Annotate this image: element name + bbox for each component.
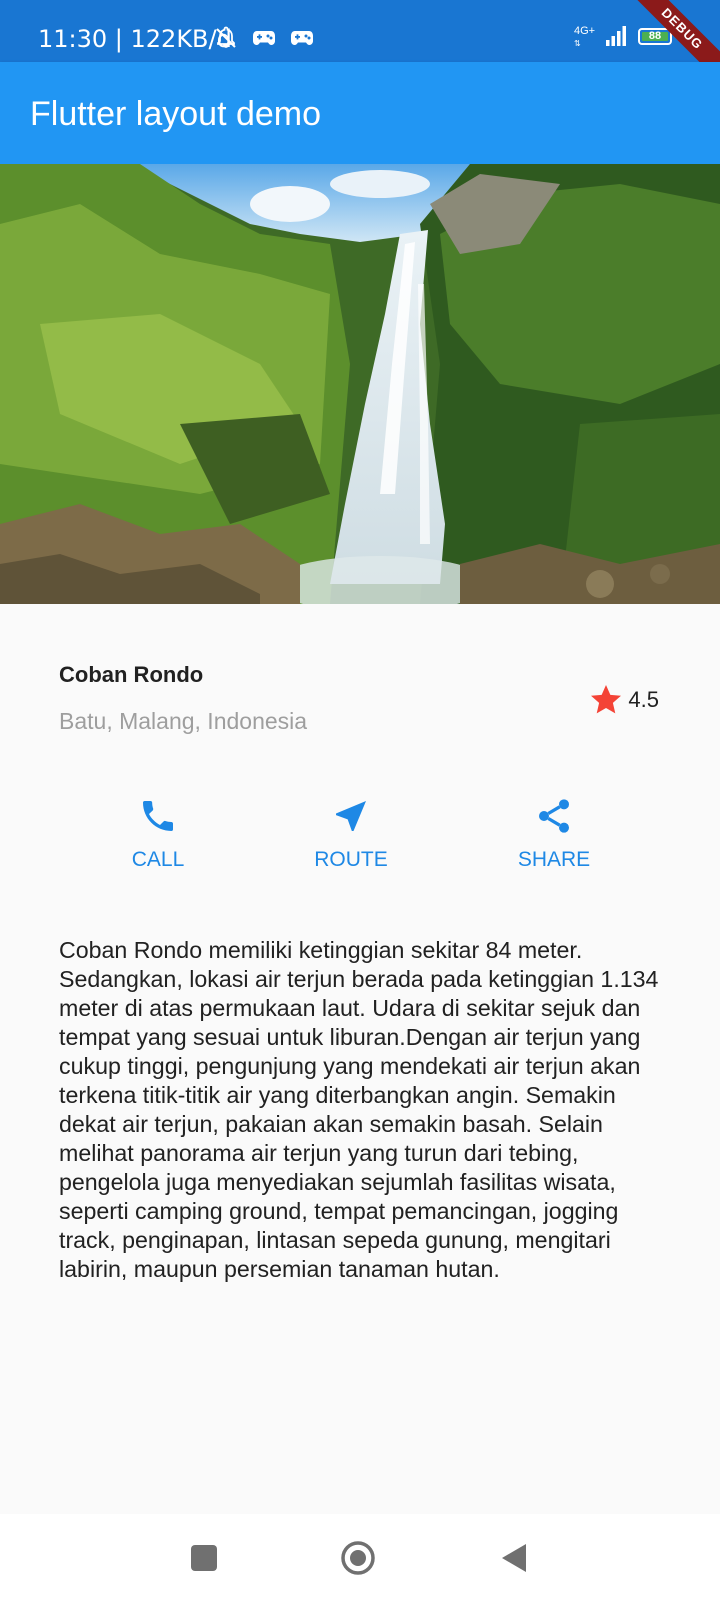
battery-level: 88 xyxy=(648,29,662,42)
app-bar: Flutter layout demo xyxy=(0,62,720,164)
waterfall-photo xyxy=(0,164,720,604)
rating-value: 4.5 xyxy=(628,687,659,712)
share-icon xyxy=(539,799,569,833)
route-button[interactable]: ROUTE xyxy=(281,796,421,872)
app-title: Flutter layout demo xyxy=(30,95,322,133)
description-text: Coban Rondo memiliki ketinggian sekitar … xyxy=(59,937,659,1282)
notification-icons xyxy=(214,26,314,50)
rating: 4.5 xyxy=(588,682,659,718)
place-location: Batu, Malang, Indonesia xyxy=(59,708,308,734)
home-button[interactable] xyxy=(340,1540,376,1576)
call-label: CALL xyxy=(131,848,185,871)
recents-button[interactable] xyxy=(190,1544,218,1572)
place-name: Coban Rondo xyxy=(59,662,204,687)
game-controller-icon xyxy=(291,31,313,45)
bell-off-icon xyxy=(216,26,236,48)
phone-icon xyxy=(143,801,173,831)
share-button[interactable]: SHARE xyxy=(484,796,624,872)
back-button[interactable] xyxy=(500,1542,528,1574)
network-type: 4G+ ⇅ xyxy=(574,25,596,49)
action-buttons: CALL ROUTE SHARE xyxy=(0,796,720,876)
call-button[interactable]: CALL xyxy=(88,796,228,872)
system-status-icons: 4G+ ⇅ 88 xyxy=(574,24,672,48)
game-controller-icon xyxy=(253,31,275,45)
share-label: SHARE xyxy=(517,848,591,871)
signal-icon xyxy=(606,26,626,46)
system-nav-bar xyxy=(0,1514,720,1600)
status-bar: 11:30 | 122KB/d 4G+ ⇅ 88 xyxy=(0,0,720,62)
star-icon xyxy=(591,685,622,714)
hero-image xyxy=(0,164,720,604)
route-label: ROUTE xyxy=(314,848,388,871)
title-section: Coban Rondo Batu, Malang, Indonesia 4.5 xyxy=(59,660,659,740)
navigation-icon xyxy=(336,801,366,831)
status-time: 11:30 | 122KB/d xyxy=(38,25,232,53)
